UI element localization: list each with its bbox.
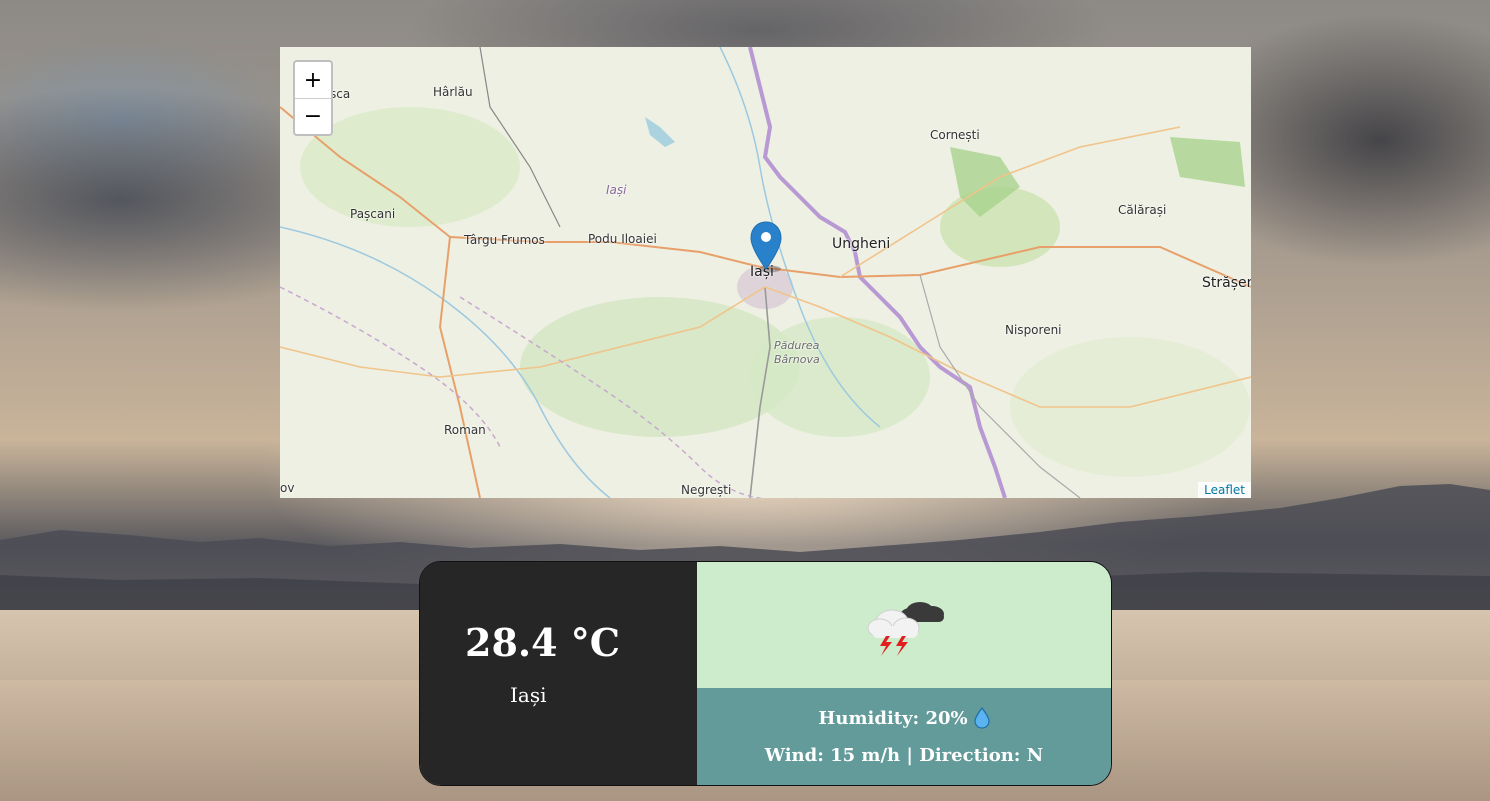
place-nisporeni: Nisporeni bbox=[1005, 323, 1062, 337]
zoom-control: + − bbox=[293, 60, 333, 136]
city-name: Iași bbox=[510, 683, 547, 707]
place-roman: Roman bbox=[444, 423, 486, 437]
place-barnova: Bârnova bbox=[774, 353, 820, 366]
humidity-text: Humidity: 20% bbox=[818, 707, 968, 729]
place-cornesti: Cornești bbox=[930, 128, 980, 142]
place-harlau: Hârlău bbox=[433, 85, 473, 99]
weather-summary-panel: 28.4 °C Iași bbox=[420, 562, 697, 785]
humidity-row: Humidity: 20% bbox=[818, 707, 990, 729]
weather-stats: Humidity: 20% Wind: 15 m/h | Direction: … bbox=[697, 688, 1111, 785]
wind-row: Wind: 15 m/h | Direction: N bbox=[765, 745, 1043, 766]
place-ungheni: Ungheni bbox=[832, 236, 891, 252]
leaflet-attribution-link[interactable]: Leaflet bbox=[1198, 482, 1251, 498]
weather-card: 28.4 °C Iași Humidity: 20% Wind: 15 m/h … bbox=[419, 561, 1112, 786]
place-straseni: Strășen bbox=[1202, 275, 1251, 291]
place-podu-iloaiei: Podu Iloaiei bbox=[588, 232, 657, 246]
zoom-in-button[interactable]: + bbox=[295, 62, 331, 98]
map-marker-icon[interactable] bbox=[750, 221, 782, 273]
place-padurea: Pădurea bbox=[774, 339, 820, 352]
place-targu-frumos: Târgu Frumos bbox=[464, 233, 545, 247]
weather-details-panel: Humidity: 20% Wind: 15 m/h | Direction: … bbox=[697, 562, 1111, 785]
place-pascani: Pașcani bbox=[350, 207, 396, 221]
temperature: 28.4 °C bbox=[465, 620, 621, 665]
place-calarasi: Călărași bbox=[1118, 203, 1167, 217]
place-fragment-bottom-left: ov bbox=[280, 481, 295, 495]
water-drop-icon bbox=[974, 707, 990, 729]
weather-icon-area bbox=[697, 562, 1111, 688]
wind-text: Wind: 15 m/h | Direction: N bbox=[764, 745, 1044, 766]
thunderstorm-cloud-icon bbox=[867, 602, 944, 656]
place-fragment-top-left: sca bbox=[330, 87, 351, 101]
place-iasi-county: Iași bbox=[606, 183, 627, 197]
map[interactable]: Hârlău sca Pașcani Târgu Frumos Podu Ilo… bbox=[280, 47, 1251, 498]
place-negresti: Negrești bbox=[681, 483, 732, 497]
zoom-out-button[interactable]: − bbox=[295, 98, 331, 134]
